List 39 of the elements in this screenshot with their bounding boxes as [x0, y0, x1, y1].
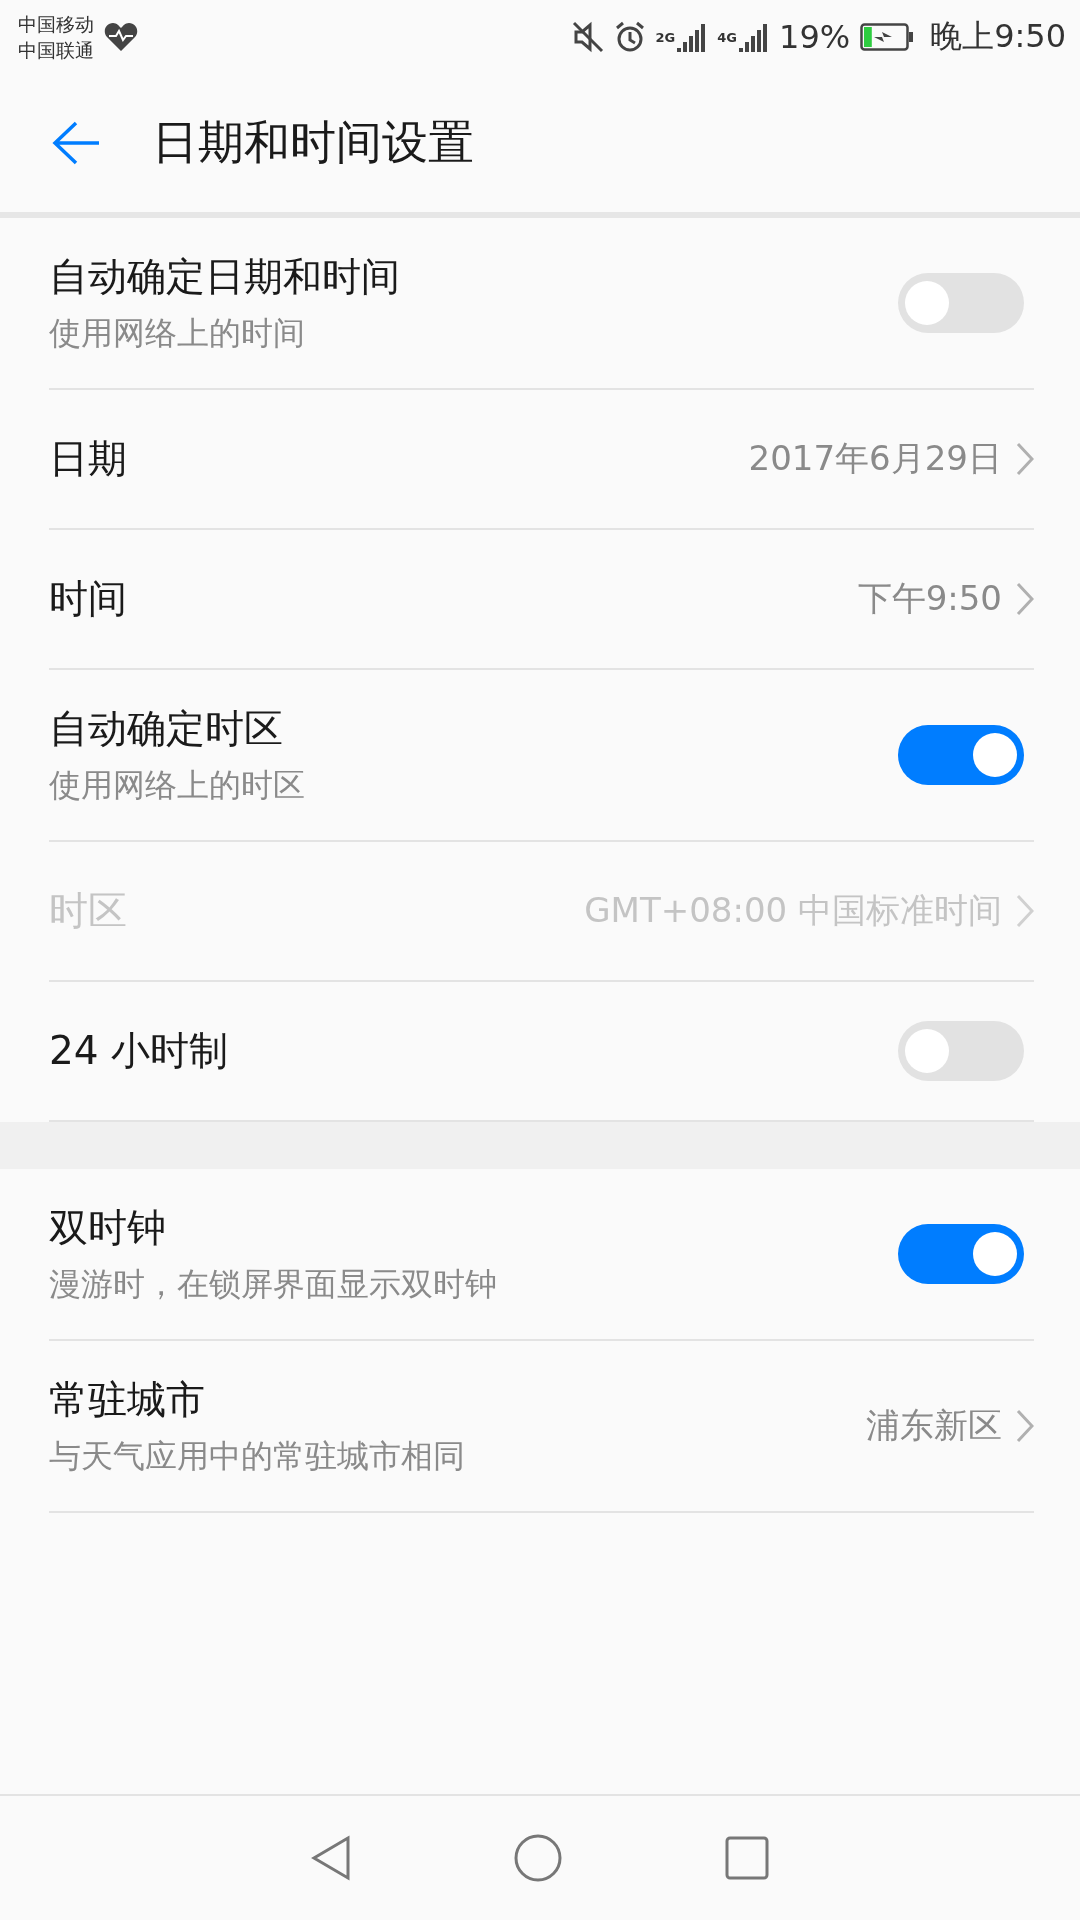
chevron-icon	[1016, 582, 1034, 616]
heart-rate-icon	[104, 22, 138, 52]
clock: 晚上9:50	[930, 16, 1066, 57]
setting-description: 漫游时，在锁屏界面显示双时钟	[49, 1264, 497, 1305]
setting-title[interactable]: 时间	[49, 572, 127, 626]
setting-description: 使用网络上的时区	[49, 765, 305, 806]
signal-icon	[739, 22, 769, 52]
setting-title[interactable]: 日期	[49, 432, 127, 486]
network-type: 4G	[717, 30, 737, 44]
network-type: 2G	[655, 30, 676, 44]
toggle-switch[interactable]	[898, 273, 1024, 333]
back-button[interactable]	[52, 121, 100, 165]
battery-icon	[860, 23, 915, 51]
setting-description: 使用网络上的时间	[49, 313, 306, 354]
chevron-icon	[1016, 894, 1034, 928]
chevron-icon	[1016, 442, 1034, 476]
chevron-icon	[1016, 1409, 1034, 1443]
setting-title[interactable]: 双时钟	[49, 1201, 497, 1255]
recents-nav-button[interactable]	[725, 1836, 769, 1880]
toggle-switch[interactable]	[898, 725, 1024, 785]
alarm-icon	[613, 21, 646, 53]
setting-title[interactable]: 自动确定时区	[49, 702, 305, 756]
mute-icon	[571, 21, 604, 53]
setting-title[interactable]: 常驻城市	[49, 1373, 465, 1427]
setting-title[interactable]: 自动确定日期和时间	[49, 250, 400, 304]
setting-description: 与天气应用中的常驻城市相同	[49, 1436, 465, 1477]
setting-value: 浦东新区	[866, 1404, 1002, 1447]
carrier-name: 中国移动	[18, 12, 94, 37]
toggle-switch[interactable]	[898, 1021, 1024, 1081]
setting-title[interactable]: 24 小时制	[49, 1024, 229, 1078]
setting-value: 下午9:50	[857, 577, 1002, 620]
carrier-name: 中国联通	[18, 38, 94, 63]
home-nav-button[interactable]	[513, 1833, 563, 1883]
battery-percent: 19%	[779, 18, 851, 56]
page-title: 日期和时间设置	[152, 114, 474, 171]
signal-icon	[677, 22, 708, 52]
back-nav-button[interactable]	[311, 1835, 351, 1881]
toggle-switch[interactable]	[898, 1224, 1024, 1284]
setting-value: 2017年6月29日	[748, 437, 1002, 480]
